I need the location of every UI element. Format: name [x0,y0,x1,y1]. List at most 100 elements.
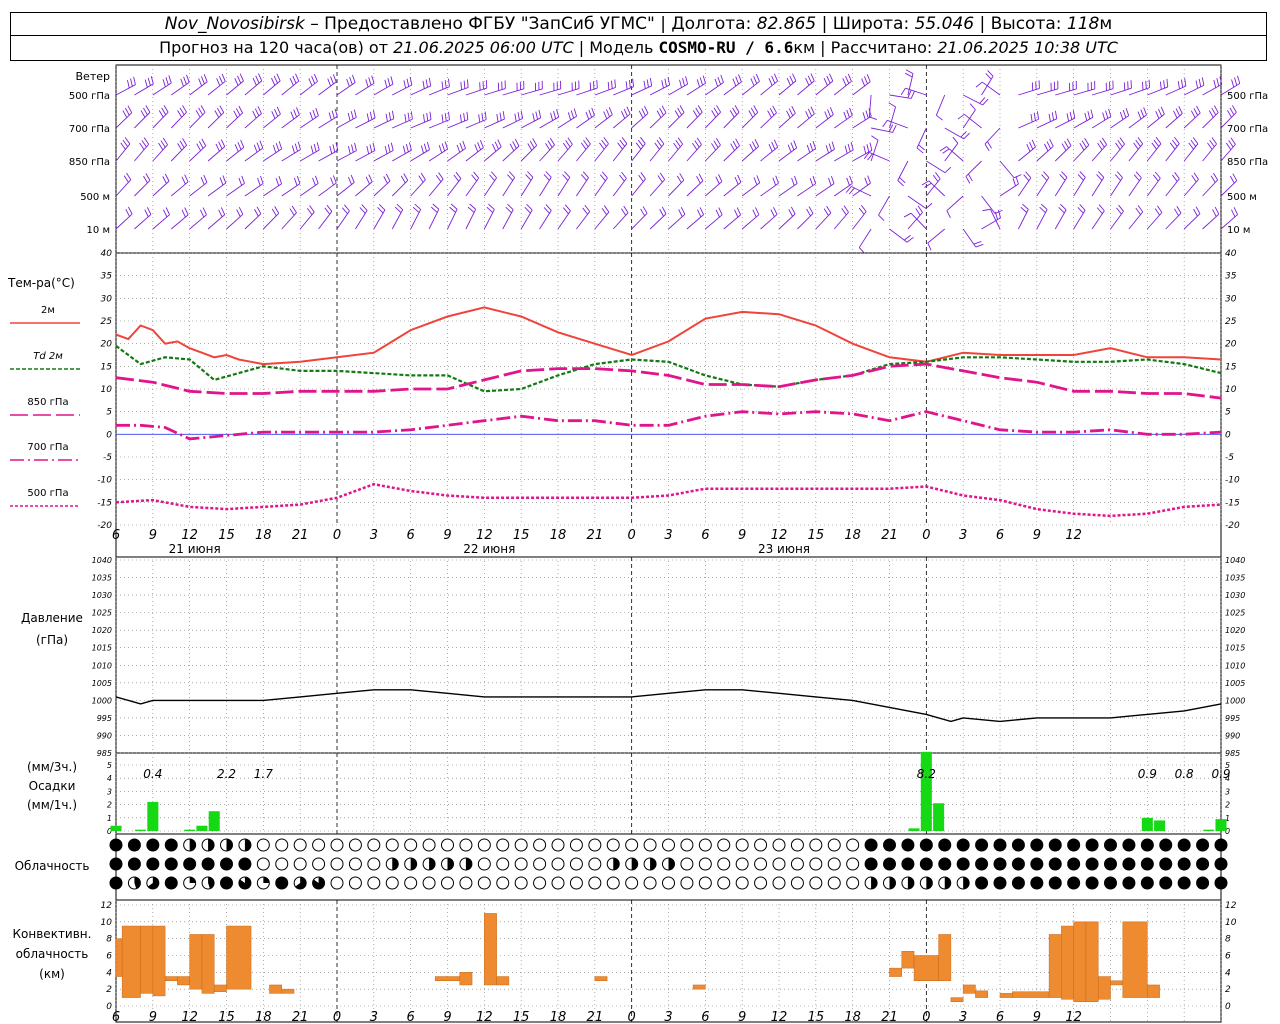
cloud-fill [146,839,159,851]
cloud-symbol [772,857,786,871]
wind-barb-feather [717,76,722,85]
pressure-tick-label: 1040 [1225,556,1245,565]
wind-barb [833,73,852,96]
wind-barb [355,142,376,162]
wind-barb-feather [1137,205,1144,213]
wind-barb [1018,80,1040,96]
wind-barb-feather [985,73,992,80]
wind-barb-feather [164,173,170,182]
wind-barb-feather [291,205,297,213]
wind-barb-feather [234,77,239,86]
wind-barb-feather [621,171,627,179]
wind-barb-feather [390,142,394,151]
wind-barb-feather [139,142,145,150]
day-label: 22 июня [463,542,515,556]
convective-tick-label: 6 [106,952,112,962]
wind-barb-feather [425,79,428,88]
wind-barb-feather [730,143,735,151]
wind-barb-feather [1209,139,1215,147]
wind-barb-feather [214,110,220,118]
temp-tick-label: -15 [97,498,112,508]
wind-barb-feather [984,143,990,152]
wind-barb-feather [1105,110,1109,119]
wind-barb-feather [828,177,832,186]
cloud-circle [735,857,749,871]
wind-barb-feather [1069,111,1073,120]
temp-series-line [116,410,1222,441]
wind-barb-feather [1077,207,1084,214]
cloud-symbol [312,838,326,852]
cloud-fill [938,858,951,870]
cloud-fill [110,877,122,889]
wind-barb-feather [1066,138,1072,146]
wind-barb-feather [673,142,679,150]
wind-barb [631,105,649,129]
wind-barb-feather [1141,81,1144,91]
convective-bar [1048,934,1062,998]
wind-barb-feather [532,113,535,122]
cloud-circle [772,838,786,852]
wind-barb-feather [478,114,481,123]
wind-barb-feather [567,112,572,121]
wind-barb-feather [715,209,720,218]
convective-bar [901,951,915,969]
wind-barb-feather [1033,112,1036,121]
wind-barb-feather [969,103,976,111]
wind-barb-feather [384,79,388,88]
wind-barb-feather [845,75,850,84]
hour-tick-label: 0 [628,528,636,543]
wind-barb-feather [866,144,870,153]
wind-barb-feather [1171,139,1178,147]
wind-barb [373,110,395,129]
cloud-circle [735,838,749,852]
cloud-circle [330,857,344,871]
cloud-fill [865,839,878,851]
wind-barb-feather [292,75,297,84]
wind-barb-feather [202,207,207,216]
cloud-symbol [146,838,160,852]
wind-barb-feather [271,77,276,86]
cloud-circle [662,876,675,890]
wind-barb-feather [1098,204,1105,212]
wind-barb-feather [1060,203,1067,211]
cloud-symbol [275,876,289,890]
wind-barb-feather [582,171,589,178]
cloud-circle [827,876,841,890]
wind-barb-feather [505,206,512,214]
cloud-circle [698,857,712,871]
wind-barb-feather [314,175,319,184]
wind-barb-feather [368,174,373,182]
hour-tick-label: 21 [292,1010,309,1024]
wind-barb-feather [658,137,665,145]
convective-bar [226,925,252,990]
hour-tick-label: 3 [959,528,967,543]
wind-barb-feather [238,177,243,186]
wind-barb-feather [939,146,947,152]
wind-barb-feather [420,172,426,180]
wind-barb-staff [999,160,1015,179]
cloud-symbol [901,838,915,852]
wind-barb-feather [862,112,866,121]
wind-barb-feather [867,175,871,184]
cloud-circle [404,838,418,852]
wind-barb-feather [371,75,375,84]
cloud-fill [668,858,675,870]
wind-barb-staff [907,195,927,209]
wind-barb [815,141,835,162]
wind-barb [852,108,872,129]
wind-barb-feather [1043,171,1050,178]
precip-amount-label: 2.2 [217,767,236,781]
wind-barb-feather [295,73,300,82]
cloud-fill [1159,877,1172,889]
temp-tick-label: 25 [1225,317,1237,327]
wind-barb-feather [829,73,834,82]
wind-barb-staff [870,139,879,162]
wind-barb-feather [621,137,628,144]
cloud-fill [1196,877,1209,889]
wind-barb [870,135,879,162]
wind-barb-feather [603,137,609,145]
temp-tick-label: 30 [101,294,113,304]
wind-barb [1018,203,1029,230]
cloud-circle [312,857,326,871]
convective-bar [594,976,608,982]
